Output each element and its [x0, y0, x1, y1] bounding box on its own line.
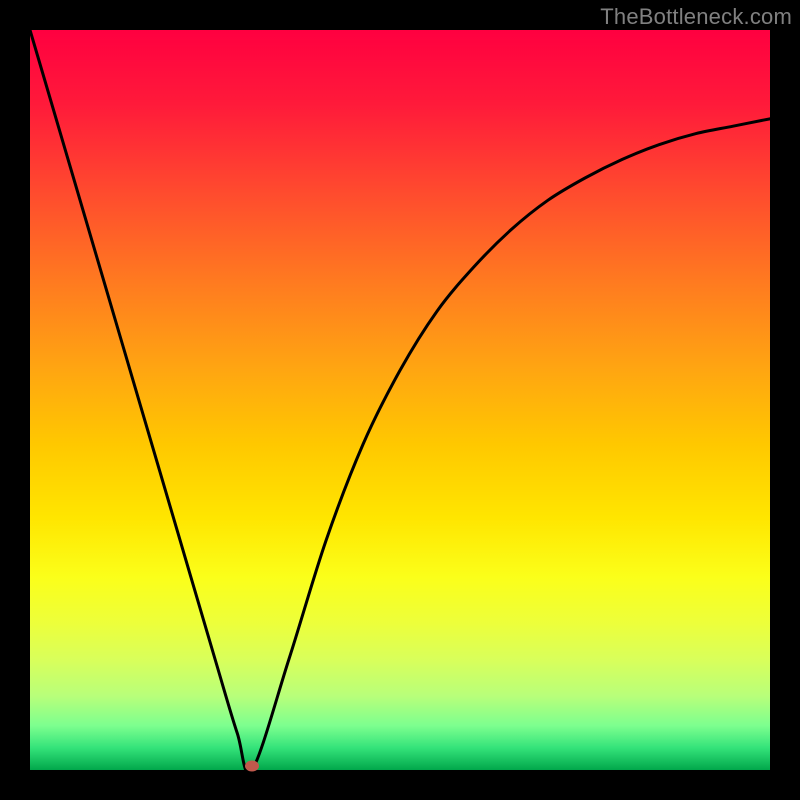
watermark-text: TheBottleneck.com [600, 4, 792, 30]
chart-frame: TheBottleneck.com [0, 0, 800, 800]
minimum-marker [245, 761, 259, 772]
plot-area [30, 30, 770, 770]
bottleneck-curve [30, 30, 770, 770]
curve-svg [30, 30, 770, 770]
